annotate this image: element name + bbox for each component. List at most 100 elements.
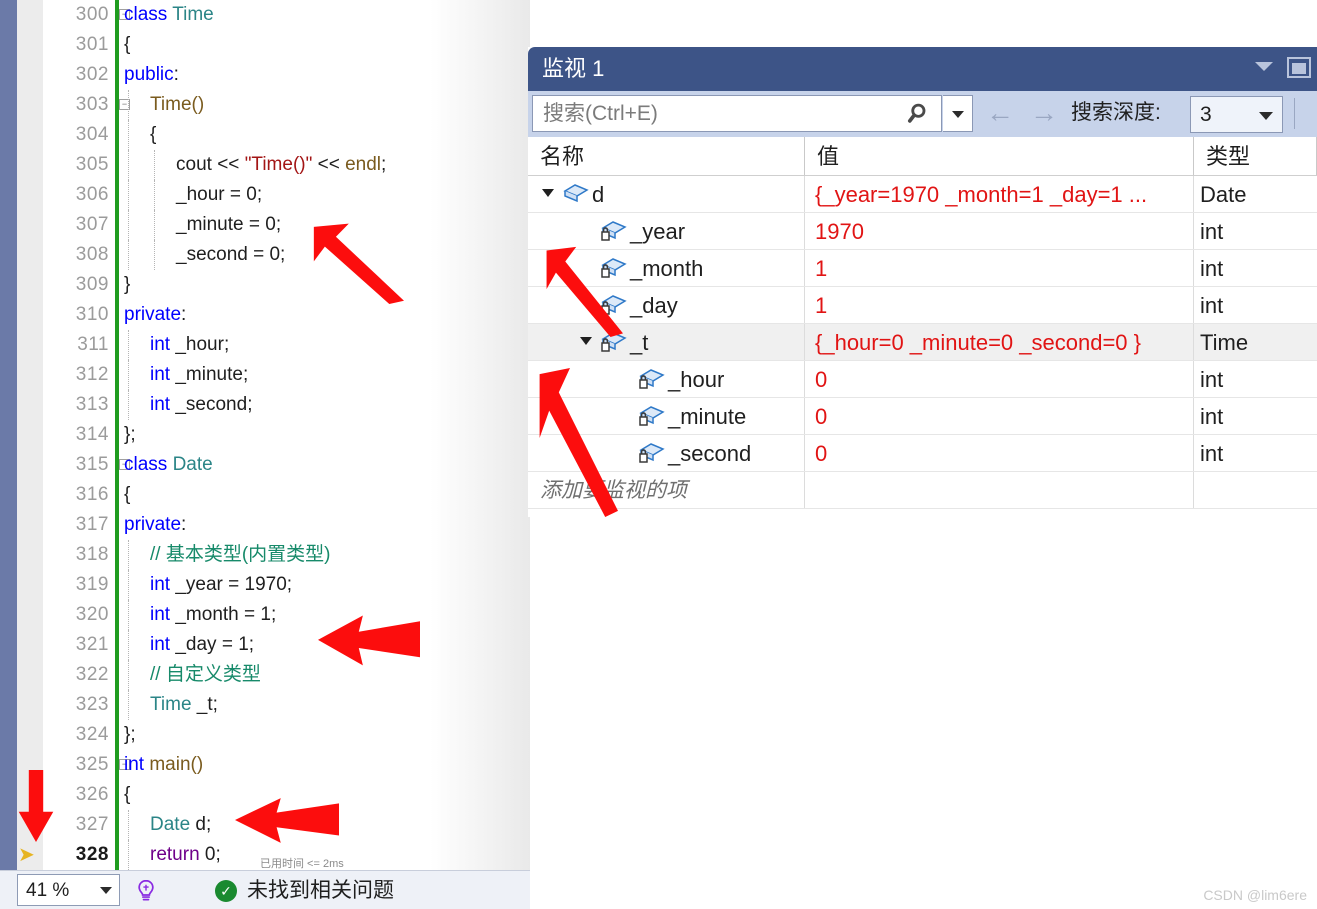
zoom-level-combobox[interactable]: 41 % bbox=[17, 874, 120, 906]
code-line[interactable]: 311 int _hour; bbox=[0, 330, 530, 360]
watch-row[interactable]: _year 1970 int bbox=[528, 213, 1317, 250]
code-line[interactable]: 305 cout << "Time()" << endl; bbox=[0, 150, 530, 180]
expander-icon[interactable] bbox=[542, 189, 554, 197]
watch-row[interactable]: _day 1 int bbox=[528, 287, 1317, 324]
code-line[interactable]: 312 int _minute; bbox=[0, 360, 530, 390]
code-line[interactable]: 309} bbox=[0, 270, 530, 300]
watch-row-name-cell[interactable]: d bbox=[528, 176, 805, 212]
watch-row-value-cell[interactable]: 0 bbox=[805, 435, 1194, 471]
code-text: }; bbox=[124, 720, 136, 750]
watch-table-body[interactable]: d {_year=1970 _month=1 _day=1 ... Date _yea… bbox=[528, 176, 1317, 472]
code-line[interactable]: 318 // 基本类型(内置类型) bbox=[0, 540, 530, 570]
watch-row-type-cell: int bbox=[1194, 287, 1317, 323]
watch-row-value-cell[interactable]: 1 bbox=[805, 287, 1194, 323]
code-line[interactable]: 325− int main() bbox=[0, 750, 530, 780]
indent-guide bbox=[128, 660, 129, 690]
changed-line-indicator bbox=[115, 120, 119, 150]
watch-row[interactable]: _t {_hour=0 _minute=0 _second=0 } Time bbox=[528, 324, 1317, 361]
code-editor[interactable]: 300− class Time 301{302 public: 303− Time() 30… bbox=[0, 0, 530, 870]
watch-row[interactable]: d {_year=1970 _month=1 _day=1 ... Date bbox=[528, 176, 1317, 213]
code-line[interactable]: 301 { bbox=[0, 30, 530, 60]
watch-row-value-cell[interactable]: {_hour=0 _minute=0 _second=0 } bbox=[805, 324, 1194, 360]
code-lines-container[interactable]: 300− class Time 301{302 public: 303− Time() 30… bbox=[0, 0, 530, 870]
watch-row[interactable]: _minute 0 int bbox=[528, 398, 1317, 435]
search-depth-label: 搜索深度: bbox=[1071, 101, 1161, 124]
arrow-left-icon[interactable]: ← bbox=[986, 96, 1014, 130]
code-line[interactable]: 324}; bbox=[0, 720, 530, 750]
watch-row-value-cell[interactable]: 0 bbox=[805, 361, 1194, 397]
add-watch-name-cell[interactable]: 添加要监视的项 bbox=[528, 472, 805, 508]
search-box[interactable] bbox=[532, 95, 942, 132]
code-line[interactable]: 310 private: bbox=[0, 300, 530, 330]
watch-row-name-cell[interactable]: _minute bbox=[528, 398, 805, 434]
code-line[interactable]: 320 int _month = 1; bbox=[0, 600, 530, 630]
code-line[interactable]: 314}; bbox=[0, 420, 530, 450]
watch-row-type-cell: Time bbox=[1194, 324, 1317, 360]
code-line[interactable]: 306 _hour = 0; bbox=[0, 180, 530, 210]
code-line[interactable]: 304 { bbox=[0, 120, 530, 150]
code-line[interactable]: 302 public: bbox=[0, 60, 530, 90]
watch-row-value-cell[interactable]: 0 bbox=[805, 398, 1194, 434]
code-line[interactable]: 327 Date d; bbox=[0, 810, 530, 840]
watch-row-name-cell[interactable]: _hour bbox=[528, 361, 805, 397]
watch-row-name: _second bbox=[668, 441, 752, 466]
search-icon[interactable] bbox=[907, 101, 933, 127]
code-line[interactable]: 313 int _second; bbox=[0, 390, 530, 420]
code-line[interactable]: 315− class Date bbox=[0, 450, 530, 480]
watch-row-value: 1 bbox=[815, 293, 828, 318]
code-line[interactable]: 300− class Time bbox=[0, 0, 530, 30]
code-line[interactable]: 316 { bbox=[0, 480, 530, 510]
watch-row[interactable]: _month 1 int bbox=[528, 250, 1317, 287]
changed-line-indicator bbox=[115, 510, 119, 540]
watch-row-value-cell[interactable]: {_year=1970 _month=1 _day=1 ... bbox=[805, 176, 1194, 212]
code-token: }; bbox=[124, 724, 136, 745]
watch-row-value-cell[interactable]: 1 bbox=[805, 250, 1194, 286]
code-line[interactable]: 307 _minute = 0; bbox=[0, 210, 530, 240]
code-line[interactable]: 322 // 自定义类型 bbox=[0, 660, 530, 690]
changed-line-indicator bbox=[115, 390, 119, 420]
search-input[interactable] bbox=[541, 96, 901, 131]
watch-row-value-cell[interactable]: 1970 bbox=[805, 213, 1194, 249]
watch-row-name-cell[interactable]: _month bbox=[528, 250, 805, 286]
column-header-name[interactable]: 名称 bbox=[528, 137, 805, 175]
code-line[interactable]: 321 int _day = 1; bbox=[0, 630, 530, 660]
chevron-down-icon[interactable] bbox=[1259, 112, 1273, 120]
code-line[interactable]: 326 { bbox=[0, 780, 530, 810]
watch-toolbar[interactable]: ← → 搜索深度: 3 bbox=[528, 91, 1317, 137]
expander-icon[interactable] bbox=[580, 337, 592, 345]
chevron-down-icon[interactable] bbox=[100, 887, 112, 894]
watch-row-name-cell[interactable]: _second bbox=[528, 435, 805, 471]
watch-row-name-cell[interactable]: _day bbox=[528, 287, 805, 323]
search-options-dropdown[interactable] bbox=[943, 95, 973, 132]
watch-row[interactable]: _hour 0 int bbox=[528, 361, 1317, 398]
lightbulb-icon[interactable] bbox=[133, 878, 159, 904]
code-line[interactable]: 328 return 0; 已用时间 <= 2ms bbox=[0, 840, 530, 870]
code-line[interactable]: 319 int _year = 1970; bbox=[0, 570, 530, 600]
indent-guide bbox=[128, 630, 129, 660]
column-header-value[interactable]: 值 bbox=[805, 137, 1194, 175]
chevron-down-icon[interactable] bbox=[1255, 62, 1273, 71]
changed-line-indicator bbox=[115, 690, 119, 720]
watch-window-titlebar[interactable]: 监视 1 bbox=[528, 47, 1317, 91]
object-icon bbox=[562, 182, 589, 206]
code-line[interactable]: 317 private: bbox=[0, 510, 530, 540]
search-depth-value: 3 bbox=[1200, 103, 1212, 126]
code-token: } bbox=[124, 274, 131, 295]
code-line[interactable]: 323 Time _t; bbox=[0, 690, 530, 720]
search-depth-combobox[interactable]: 3 bbox=[1190, 96, 1283, 133]
code-token: _hour; bbox=[175, 334, 230, 355]
add-watch-row[interactable]: 添加要监视的项 bbox=[528, 472, 1317, 509]
code-line[interactable]: 308 _second = 0; bbox=[0, 240, 530, 270]
code-line[interactable]: 303− Time() bbox=[0, 90, 530, 120]
column-header-type[interactable]: 类型 bbox=[1194, 137, 1317, 175]
toolbar-separator bbox=[1294, 98, 1295, 129]
watch-window[interactable]: 监视 1 ← → 搜索深度: 3 bbox=[528, 47, 1317, 517]
watch-table[interactable]: 名称 值 类型 d {_year=1970 _month=1 _day=1 ...… bbox=[528, 137, 1317, 509]
watch-row-name-cell[interactable]: _year bbox=[528, 213, 805, 249]
maximize-icon[interactable] bbox=[1287, 57, 1311, 78]
line-number: 312 bbox=[75, 364, 109, 385]
changed-line-indicator bbox=[115, 540, 119, 570]
watch-row[interactable]: _second 0 int bbox=[528, 435, 1317, 472]
arrow-right-icon[interactable]: → bbox=[1030, 96, 1058, 130]
watch-row-name-cell[interactable]: _t bbox=[528, 324, 805, 360]
